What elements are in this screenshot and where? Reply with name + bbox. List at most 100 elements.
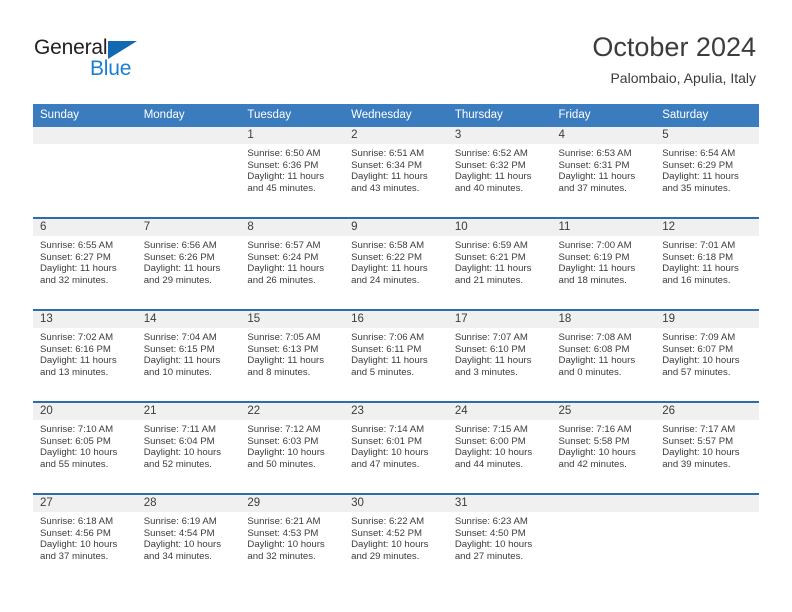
sunrise-time: Sunrise: 7:12 AM <box>247 424 321 435</box>
day-cell-inner: 22 Sunrise: 7:12 AM Sunset: 6:03 PM Dayligh… <box>240 403 345 493</box>
page-subtitle: Palombaio, Apulia, Italy <box>610 70 756 86</box>
day-number <box>551 495 656 512</box>
day-number: 28 <box>136 495 241 512</box>
calendar-day-cell[interactable]: 28 Sunrise: 6:19 AM Sunset: 4:54 PM Dayligh… <box>136 493 241 585</box>
day-number: 12 <box>655 219 759 236</box>
day-number: 16 <box>344 311 448 328</box>
calendar-day-cell-empty <box>655 493 759 585</box>
calendar-day-cell[interactable]: 5 Sunrise: 6:54 AM Sunset: 6:29 PM Daylight… <box>655 127 759 218</box>
calendar-day-cell[interactable]: 24 Sunrise: 7:15 AM Sunset: 6:00 PM Dayligh… <box>447 401 552 494</box>
sunrise-time: Sunrise: 7:17 AM <box>662 424 736 435</box>
calendar-day-cell[interactable]: 21 Sunrise: 7:11 AM Sunset: 6:04 PM Dayligh… <box>136 401 241 494</box>
day-details: Sunrise: 6:56 AM Sunset: 6:26 PM Daylight:… <box>137 236 241 286</box>
day-cell-inner: 27 Sunrise: 6:18 AM Sunset: 4:56 PM Dayligh… <box>33 495 137 585</box>
day-details: Sunrise: 7:05 AM Sunset: 6:13 PM Daylight:… <box>240 328 344 378</box>
day-number <box>136 127 241 144</box>
calendar-day-cell[interactable]: 30 Sunrise: 6:22 AM Sunset: 4:52 PM Dayligh… <box>344 493 448 585</box>
daylight-duration-line2: and 26 minutes. <box>247 274 316 286</box>
sunrise-time: Sunrise: 6:53 AM <box>558 148 632 159</box>
calendar-day-cell-empty <box>551 493 656 585</box>
sunrise-time: Sunrise: 7:06 AM <box>351 332 425 343</box>
calendar-day-cell[interactable]: 6 Sunrise: 6:55 AM Sunset: 6:27 PM Daylight… <box>33 217 137 310</box>
daylight-duration-line1: Daylight: 11 hours <box>40 355 117 367</box>
calendar-day-cell[interactable]: 20 Sunrise: 7:10 AM Sunset: 6:05 PM Dayligh… <box>33 401 137 494</box>
day-details: Sunrise: 6:19 AM Sunset: 4:54 PM Daylight:… <box>137 512 241 562</box>
sunset-time: Sunset: 6:00 PM <box>454 435 526 447</box>
calendar-day-cell[interactable]: 16 Sunrise: 7:06 AM Sunset: 6:11 PM Dayligh… <box>344 309 448 402</box>
sunset-time: Sunset: 6:18 PM <box>662 251 734 263</box>
day-details: Sunrise: 7:07 AM Sunset: 6:10 PM Daylight:… <box>448 328 552 378</box>
daylight-duration-line1: Daylight: 10 hours <box>143 447 222 459</box>
sunrise-time: Sunrise: 7:15 AM <box>454 424 528 435</box>
day-cell-inner: 12 Sunrise: 7:01 AM Sunset: 6:18 PM Dayligh… <box>655 219 759 309</box>
calendar-day-cell[interactable]: 4 Sunrise: 6:53 AM Sunset: 6:31 PM Daylight… <box>551 127 656 218</box>
weekday-header-tuesday: Tuesday <box>240 104 345 127</box>
day-number: 30 <box>344 495 448 512</box>
sunset-time: Sunset: 6:11 PM <box>351 343 422 355</box>
day-details: Sunrise: 6:51 AM Sunset: 6:34 PM Daylight:… <box>344 144 448 194</box>
calendar-day-cell[interactable]: 1 Sunrise: 6:50 AM Sunset: 6:36 PM Daylight… <box>240 127 345 218</box>
calendar-day-cell[interactable]: 11 Sunrise: 7:00 AM Sunset: 6:19 PM Dayligh… <box>551 217 656 310</box>
calendar-day-cell[interactable]: 18 Sunrise: 7:08 AM Sunset: 6:08 PM Dayligh… <box>551 309 656 402</box>
weekday-header-friday: Friday <box>551 104 656 127</box>
sunrise-time: Sunrise: 6:58 AM <box>351 240 425 251</box>
calendar-day-cell[interactable]: 7 Sunrise: 6:56 AM Sunset: 6:26 PM Daylight… <box>136 217 241 310</box>
day-cell-inner: 19 Sunrise: 7:09 AM Sunset: 6:07 PM Dayligh… <box>655 311 759 401</box>
daylight-duration-line1: Daylight: 10 hours <box>247 539 325 551</box>
daylight-duration-line2: and 40 minutes. <box>454 182 524 194</box>
sunrise-time: Sunrise: 6:19 AM <box>143 516 217 527</box>
calendar-day-cell[interactable]: 10 Sunrise: 6:59 AM Sunset: 6:21 PM Dayligh… <box>447 217 552 310</box>
calendar-day-cell[interactable]: 13 Sunrise: 7:02 AM Sunset: 6:16 PM Dayligh… <box>33 309 137 402</box>
calendar-day-cell[interactable]: 14 Sunrise: 7:04 AM Sunset: 6:15 PM Dayligh… <box>136 309 241 402</box>
calendar-day-cell[interactable]: 26 Sunrise: 7:17 AM Sunset: 5:57 PM Dayligh… <box>655 401 759 494</box>
weekday-header-monday: Monday <box>136 104 241 127</box>
day-details: Sunrise: 7:08 AM Sunset: 6:08 PM Daylight:… <box>552 328 656 378</box>
calendar-week-row: 6 Sunrise: 6:55 AM Sunset: 6:27 PM Daylight… <box>33 217 759 310</box>
calendar-day-cell[interactable]: 12 Sunrise: 7:01 AM Sunset: 6:18 PM Dayligh… <box>655 217 759 310</box>
generalblue-logo: General Blue <box>34 36 214 86</box>
calendar-day-cell[interactable]: 31 Sunrise: 6:23 AM Sunset: 4:50 PM Dayligh… <box>447 493 552 585</box>
day-number: 23 <box>344 403 448 420</box>
daylight-duration-line2: and 37 minutes. <box>558 182 627 194</box>
weekday-header-sunday: Sunday <box>33 104 137 127</box>
daylight-duration-line2: and 5 minutes. <box>351 366 415 378</box>
day-details: Sunrise: 7:04 AM Sunset: 6:15 PM Daylight:… <box>137 328 241 378</box>
calendar-day-cell[interactable]: 23 Sunrise: 7:14 AM Sunset: 6:01 PM Dayligh… <box>344 401 448 494</box>
calendar-day-cell[interactable]: 19 Sunrise: 7:09 AM Sunset: 6:07 PM Dayligh… <box>655 309 759 402</box>
sunrise-time: Sunrise: 6:57 AM <box>247 240 321 251</box>
calendar-day-cell[interactable]: 17 Sunrise: 7:07 AM Sunset: 6:10 PM Dayligh… <box>447 309 552 402</box>
day-details: Sunrise: 7:16 AM Sunset: 5:58 PM Daylight:… <box>552 420 656 470</box>
day-cell-inner <box>136 127 241 217</box>
calendar-day-cell[interactable]: 27 Sunrise: 6:18 AM Sunset: 4:56 PM Dayligh… <box>33 493 137 585</box>
calendar-body: 1 Sunrise: 6:50 AM Sunset: 6:36 PM Daylight… <box>33 127 759 585</box>
sunset-time: Sunset: 6:15 PM <box>143 343 215 355</box>
calendar-week-row: 13 Sunrise: 7:02 AM Sunset: 6:16 PM Dayligh… <box>33 309 759 402</box>
day-number: 24 <box>447 403 552 420</box>
calendar-day-cell[interactable]: 25 Sunrise: 7:16 AM Sunset: 5:58 PM Dayligh… <box>551 401 656 494</box>
day-cell-inner: 9 Sunrise: 6:58 AM Sunset: 6:22 PM Daylight… <box>344 219 448 309</box>
calendar-day-cell[interactable]: 8 Sunrise: 6:57 AM Sunset: 6:24 PM Daylight… <box>240 217 345 310</box>
page-header: General Blue October 2024 Palombaio, Apu… <box>0 0 792 100</box>
sunrise-time: Sunrise: 6:18 AM <box>40 516 114 527</box>
calendar-day-cell[interactable]: 3 Sunrise: 6:52 AM Sunset: 6:32 PM Daylight… <box>447 127 552 218</box>
calendar-day-cell[interactable]: 29 Sunrise: 6:21 AM Sunset: 4:53 PM Dayligh… <box>240 493 345 585</box>
daylight-duration-line1: Daylight: 11 hours <box>247 263 325 275</box>
sunrise-time: Sunrise: 7:10 AM <box>40 424 114 435</box>
calendar-day-cell[interactable]: 2 Sunrise: 6:51 AM Sunset: 6:34 PM Daylight… <box>344 127 448 218</box>
daylight-duration-line2: and 57 minutes. <box>662 366 731 378</box>
sunset-time: Sunset: 6:16 PM <box>40 343 111 355</box>
day-cell-inner: 26 Sunrise: 7:17 AM Sunset: 5:57 PM Dayligh… <box>655 403 759 493</box>
day-number: 11 <box>551 219 656 236</box>
daylight-duration-line2: and 10 minutes. <box>143 366 212 378</box>
calendar-day-cell[interactable]: 22 Sunrise: 7:12 AM Sunset: 6:03 PM Dayligh… <box>240 401 345 494</box>
day-details: Sunrise: 7:11 AM Sunset: 6:04 PM Daylight:… <box>137 420 241 470</box>
day-cell-inner: 6 Sunrise: 6:55 AM Sunset: 6:27 PM Daylight… <box>33 219 137 309</box>
calendar-day-cell[interactable]: 9 Sunrise: 6:58 AM Sunset: 6:22 PM Daylight… <box>344 217 448 310</box>
daylight-duration-line2: and 3 minutes. <box>454 366 518 378</box>
sunset-time: Sunset: 6:31 PM <box>558 159 630 171</box>
day-number: 8 <box>240 219 345 236</box>
calendar-day-cell[interactable]: 15 Sunrise: 7:05 AM Sunset: 6:13 PM Dayligh… <box>240 309 345 402</box>
day-details: Sunrise: 7:02 AM Sunset: 6:16 PM Daylight:… <box>33 328 137 378</box>
day-cell-inner <box>655 495 759 585</box>
day-details: Sunrise: 7:17 AM Sunset: 5:57 PM Daylight:… <box>655 420 759 470</box>
